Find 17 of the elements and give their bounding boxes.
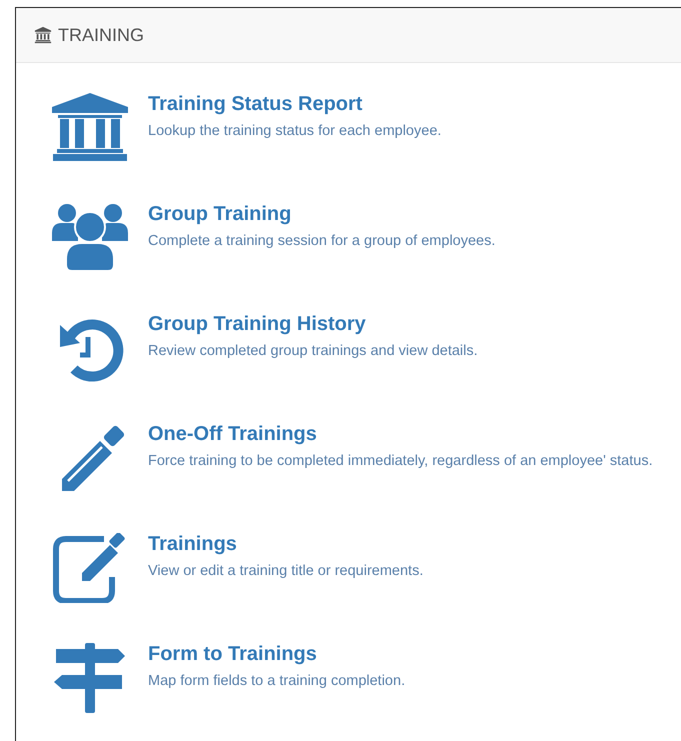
item-title-link[interactable]: Trainings [148,531,681,557]
panel-title: TRAINING [58,24,144,46]
item-title-link[interactable]: Group Training [148,201,681,227]
item-description: Force training to be completed immediately, regardless of an employee' status. [148,452,654,471]
bank-icon [34,26,52,44]
item-title-link[interactable]: Form to Trainings [148,641,681,667]
item-title-link[interactable]: One-Off Trainings [148,421,681,447]
item-title-link[interactable]: Group Training History [148,311,681,337]
bank-icon [52,93,128,163]
item-description: Map form fields to a training completion. [148,672,406,691]
item-description: Review completed group trainings and view details. [148,342,479,361]
users-icon [52,203,128,273]
item-description: View or edit a training title or requirements. [148,562,424,581]
item-description: Lookup the training status for each employee. [148,122,442,141]
item-title-link[interactable]: Training Status Report [148,91,681,117]
signpost-icon [52,643,128,713]
item-description: Complete a training session for a group of employees. [148,232,496,251]
